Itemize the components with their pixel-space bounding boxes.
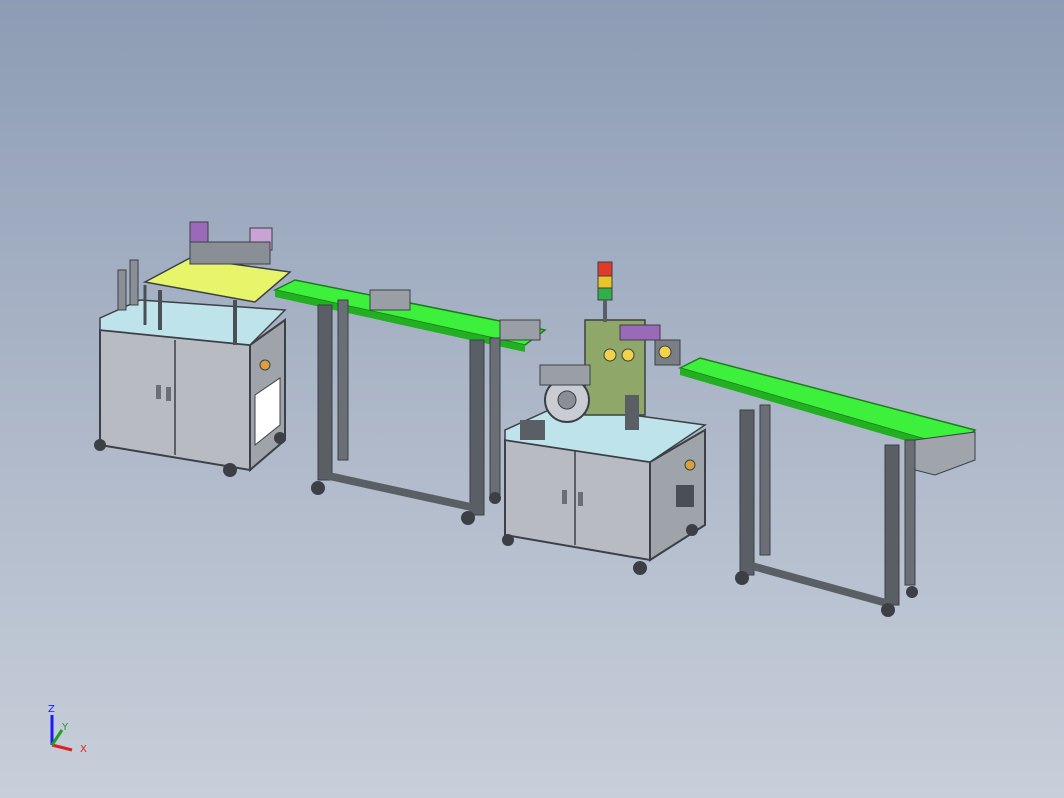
machine-assembly-model[interactable] [0,0,1064,798]
left-cabinet[interactable] [94,299,287,477]
coordinate-triad: Z Y X [48,704,87,755]
z-axis-label: Z [48,704,55,715]
y-axis-label: Y [61,722,69,733]
conveyor-2[interactable] [677,357,977,617]
cad-viewport[interactable]: Z Y X [0,0,1064,798]
x-axis-arrow [51,743,73,752]
stack-light [597,261,613,322]
x-axis-label: X [80,744,87,755]
